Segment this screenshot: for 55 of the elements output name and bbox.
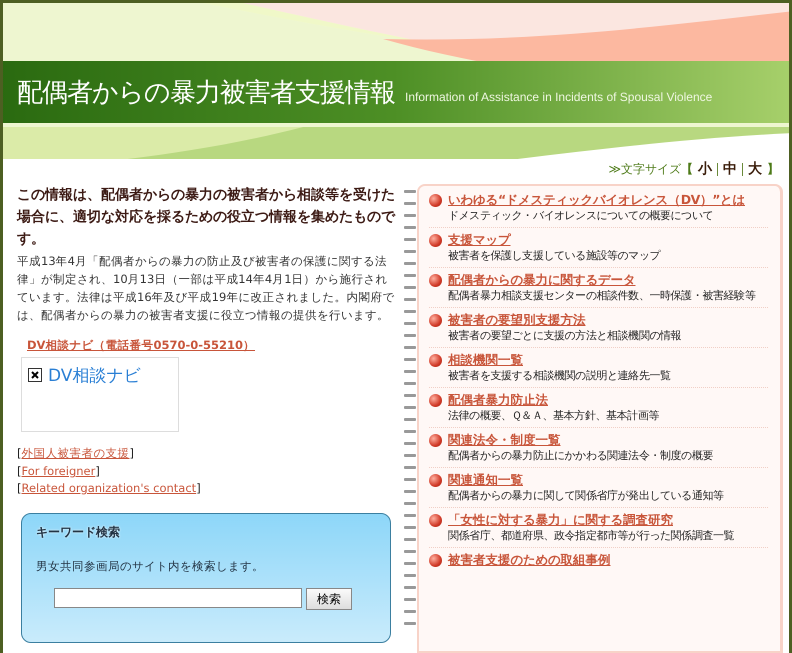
search-title: キーワード検索 [36,524,121,541]
bracket: [ [17,446,22,461]
menu-description: 被害者を支援する相談機関の説明と連絡先一覧 [448,369,671,383]
menu-link[interactable]: 相談機関一覧 [448,351,671,369]
bullet-icon [429,194,442,207]
font-size-link[interactable]: 中 [717,163,742,176]
bracket: ] [95,464,100,478]
menu-link[interactable]: 支援マップ [448,231,660,249]
menu-link[interactable]: 関連通知一覧 [448,471,724,489]
search-field[interactable] [54,588,302,608]
bullet-icon [429,274,442,287]
related-link[interactable]: Related organization's contact [22,481,196,495]
font-size-label: ≫文字サイズ [608,161,681,178]
menu-link[interactable]: 被害者支援のための取組事例 [448,551,610,569]
menu-link[interactable]: 「女性に対する暴力」に関する調査研究 [448,511,734,529]
menu-description: 配偶者からの暴力防止にかかわる関連法令・制度の概要 [448,449,714,463]
menu-description: 関係省庁、都道府県、政令指定都市等が行った関係調査一覧 [448,529,734,543]
intro-heading: この情報は、配偶者からの暴力の被害者から相談等を受けた場合に、適切な対応を採るための役立つ情報を集めたものです。 [17,186,395,249]
related-link[interactable]: For foreigner [22,464,96,478]
bracket: [ [17,464,22,478]
menu-description: 配偶者暴力相談支援センターの相談件数、一時保護・被害経験等 [448,289,756,303]
bracket: [ [17,481,22,495]
menu-description: ドメスティック・バイオレンスについての概要について [448,209,714,223]
bracket: ] [196,481,201,495]
menu-description: 被害者を保護し支援している施設等のマップ [448,249,660,263]
bullet-icon [429,434,442,447]
font-size-link[interactable]: 小 [693,163,717,176]
menu-description: 法律の概要、Ｑ＆Ａ、基本方針、基本計画等 [448,409,660,423]
search-button[interactable]: 検索 [306,588,352,610]
intro-text: 平成13年4月「配偶者からの暴力の防止及び被害者の保護に関する法律」が制定され、10月13日（一部は平成14年4月1日）から施行されています。法律は平成16年及び平成19年に改正されました。内閣府では、配偶者からの暴力の被害者支援に役立つ情報の提供を行います。 [17,253,395,324]
menu-link[interactable]: 配偶者からの暴力に関するデータ [448,271,756,289]
bracket: 【 [681,161,693,178]
bracket: 】 [767,161,779,178]
menu-link[interactable]: 被害者の要望別支援方法 [448,311,682,329]
bullet-icon [429,354,442,367]
bullet-icon [429,394,442,407]
font-size-link[interactable]: 大 [742,163,767,176]
menu-link[interactable]: 配偶者暴力防止法 [448,391,660,409]
menu-description: 配偶者からの暴力に関して関係省庁が発出している通知等 [448,489,724,503]
bullet-icon [429,234,442,247]
site-title: 配偶者からの暴力被害者支援情報 [17,76,395,110]
menu-description: 被害者の要望ごとに支援の方法と相談機関の情報 [448,329,682,343]
site-subtitle: Information of Assistance in Incidents of Spousal Violence [405,89,712,104]
menu-link[interactable]: 関連法令・制度一覧 [448,431,714,449]
search-description: 男女共同参画局のサイト内を検索します。 [36,559,265,574]
related-link[interactable]: 外国人被害者の支援 [22,446,130,461]
bullet-icon [429,554,442,567]
image-alt-text: DV相談ナビ [48,365,140,387]
bullet-icon [429,474,442,487]
bracket: ] [130,446,134,461]
broken-image-icon [28,368,42,382]
bullet-icon [429,314,442,327]
bullet-icon [429,514,442,527]
navi-link[interactable]: DV相談ナビ（電話番号0570-0-55210） [27,338,256,353]
menu-link[interactable]: いわゆる“ドメスティックバイオレンス（DV）”とは [448,191,745,209]
